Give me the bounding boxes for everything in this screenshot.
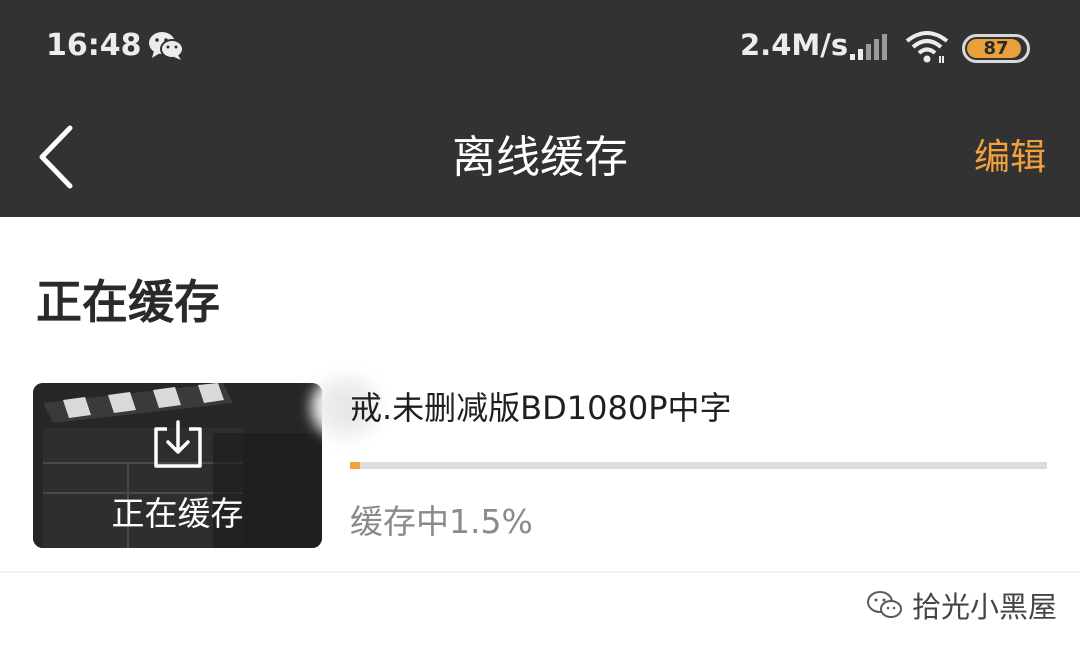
nav-bar: 离线缓存 编辑 [0, 100, 1080, 217]
signal-icon [848, 34, 890, 66]
battery-icon: 87 [962, 34, 1030, 63]
wechat-icon [148, 31, 184, 65]
progress-fill [350, 462, 361, 469]
download-icon [154, 420, 202, 468]
section-title: 正在缓存 [36, 275, 220, 329]
wechat-icon [867, 591, 902, 618]
status-bar: 16:48 2.4M/s 87 [0, 0, 1080, 100]
network-speed: 2.4M/s [740, 28, 849, 62]
wifi-icon [904, 29, 950, 69]
divider [0, 571, 1080, 573]
battery-level: 87 [983, 38, 1009, 59]
page-title: 离线缓存 [452, 132, 628, 183]
video-thumbnail[interactable]: 正在缓存 [33, 383, 322, 548]
download-filename[interactable]: 戒.未删减版BD1080P中字 [350, 383, 732, 429]
watermark-text: 拾光小黑屋 [912, 590, 1058, 624]
download-progress-bar [350, 462, 1047, 469]
download-status-text: 缓存中1.5% [350, 502, 533, 541]
edit-button[interactable]: 编辑 [974, 134, 1046, 182]
watermark: 拾光小黑屋 [866, 584, 1057, 626]
thumbnail-status-label: 正在缓存 [111, 494, 244, 533]
status-time: 16:48 [46, 28, 142, 63]
